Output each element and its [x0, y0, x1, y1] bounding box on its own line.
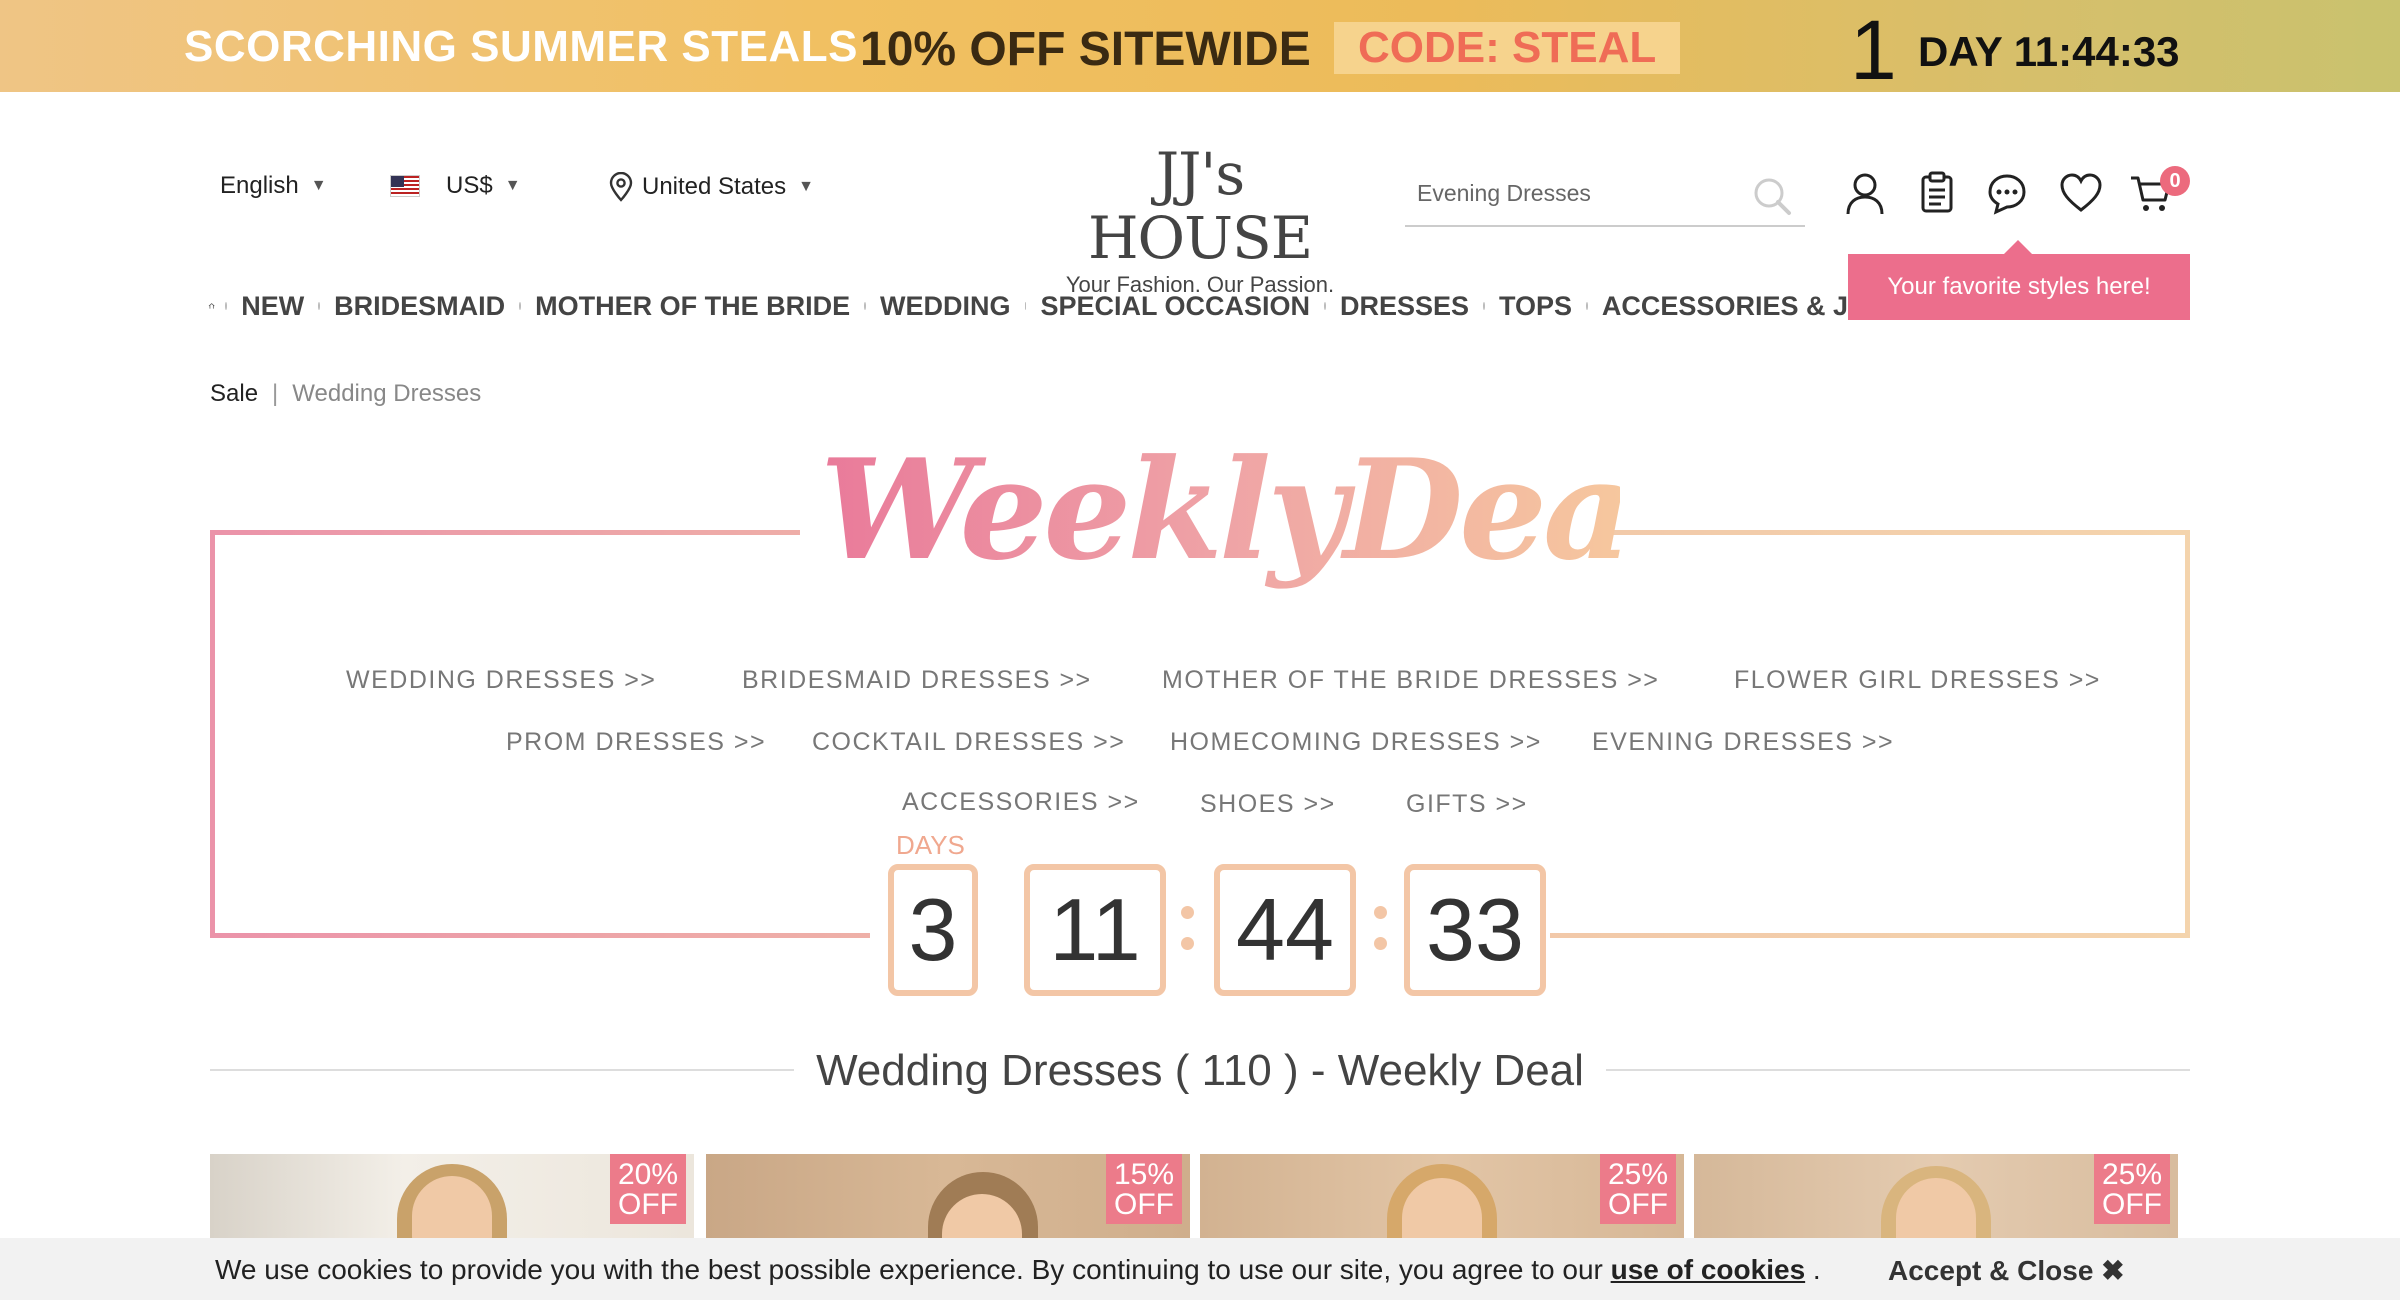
discount-badge: 20% OFF — [610, 1154, 686, 1224]
discount-badge: 25% OFF — [2094, 1154, 2170, 1224]
breadcrumb-separator: | — [272, 380, 279, 407]
nav-item-accessories[interactable]: ACCESSORIES & J — [1602, 291, 1848, 322]
deal-link-cocktail[interactable]: COCKTAIL DRESSES >> — [812, 728, 1125, 757]
accept-close-button[interactable]: Accept & Close ✖ — [1888, 1254, 2125, 1287]
nav-item-new[interactable]: NEW — [241, 291, 304, 322]
weekly-deal-title: WeeklyDeal — [820, 428, 1681, 591]
currency-label: US$ — [446, 172, 493, 199]
chevron-down-icon: ▼ — [798, 178, 814, 195]
deal-link-shoes[interactable]: SHOES >> — [1200, 790, 1336, 819]
nav-separator — [225, 302, 228, 310]
nav-item-bridesmaid[interactable]: BRIDESMAID — [334, 291, 505, 322]
country-selector[interactable]: United States ▼ — [608, 172, 814, 202]
nav-item-wedding[interactable]: WEDDING — [880, 291, 1011, 322]
deal-link-bridesmaid[interactable]: BRIDESMAID DRESSES >> — [742, 666, 1092, 695]
nav-item-mother-of-the-bride[interactable]: MOTHER OF THE BRIDE — [535, 291, 850, 322]
section-heading: Wedding Dresses ( 110 ) - Weekly Deal — [210, 1046, 2190, 1095]
language-selector[interactable]: English ▼ — [220, 172, 327, 200]
cookie-period: . — [1805, 1254, 1821, 1285]
nav-item-special-occasion[interactable]: SPECIAL OCCASION — [1040, 291, 1310, 322]
search-icon[interactable] — [1751, 175, 1793, 217]
countdown-seconds: 33 — [1404, 864, 1546, 996]
chat-icon[interactable] — [1984, 170, 2030, 216]
section-title: Wedding Dresses ( 110 ) - Weekly Deal — [794, 1046, 1606, 1095]
discount-percent: 25% — [2101, 1158, 2163, 1191]
deal-link-prom[interactable]: PROM DRESSES >> — [506, 728, 766, 757]
countdown-minutes: 44 — [1214, 864, 1356, 996]
countdown-days-label: DAYS — [896, 830, 965, 860]
discount-word: OFF — [1114, 1188, 1174, 1221]
chevron-down-icon: ▼ — [504, 177, 521, 194]
nav-separator — [1024, 302, 1027, 310]
orders-clipboard-icon[interactable] — [1914, 170, 1960, 216]
promo-code: CODE: STEAL — [1334, 22, 1681, 74]
main-nav: NEW BRIDESMAID MOTHER OF THE BRIDE WEDDI… — [208, 286, 1848, 326]
deal-link-homecoming[interactable]: HOMECOMING DRESSES >> — [1170, 728, 1542, 757]
nav-separator — [1585, 302, 1588, 310]
nav-separator — [1324, 302, 1326, 310]
currency-selector[interactable]: US$ ▼ — [390, 172, 521, 200]
discount-percent: 20% — [617, 1158, 679, 1191]
language-label: English — [220, 172, 299, 199]
nav-separator — [1483, 302, 1485, 310]
heart-wishlist-icon[interactable] — [2058, 170, 2104, 216]
promo-countdown-days: 1 — [1850, 3, 1897, 97]
discount-word: OFF — [618, 1188, 678, 1221]
cookie-text: We use cookies to provide you with the b… — [215, 1254, 1611, 1285]
favorites-tooltip: Your favorite styles here! — [1848, 240, 2190, 320]
discount-percent: 15% — [1113, 1158, 1175, 1191]
discount-badge: 25% OFF — [1600, 1154, 1676, 1224]
discount-word: OFF — [1608, 1188, 1668, 1221]
promo-banner[interactable]: SCORCHING SUMMER STEALS 10% OFF SITEWIDE… — [0, 0, 2400, 97]
promo-offer: 10% OFF SITEWIDE — [860, 23, 1311, 76]
cookie-message: We use cookies to provide you with the b… — [215, 1254, 1821, 1286]
home-icon[interactable] — [208, 291, 215, 321]
promo-headline: SCORCHING SUMMER STEALS — [184, 22, 858, 71]
nav-item-dresses[interactable]: DRESSES — [1340, 291, 1469, 322]
discount-percent: 25% — [1607, 1158, 1669, 1191]
account-icon[interactable] — [1842, 170, 1888, 216]
breadcrumb-current: Wedding Dresses — [292, 380, 482, 407]
deal-link-accessories[interactable]: ACCESSORIES >> — [902, 788, 1140, 817]
site-logo[interactable]: JJ's HOUSE Your Fashion. Our Passion. — [1055, 142, 1345, 298]
us-flag-icon — [390, 175, 420, 197]
discount-word: OFF — [2102, 1188, 2162, 1221]
countdown-hours: 11 — [1024, 864, 1166, 996]
breadcrumb: Sale | Wedding Dresses — [210, 380, 481, 408]
countdown-days: 3 — [888, 864, 978, 996]
breadcrumb-sale[interactable]: Sale — [210, 380, 258, 408]
nav-separator — [519, 302, 522, 310]
cookie-banner: We use cookies to provide you with the b… — [0, 1238, 2400, 1300]
discount-badge: 15% OFF — [1106, 1154, 1182, 1224]
deal-link-wedding[interactable]: WEDDING DRESSES >> — [346, 666, 656, 695]
chevron-down-icon: ▼ — [310, 177, 327, 194]
deal-link-flower-girl[interactable]: FLOWER GIRL DRESSES >> — [1734, 666, 2101, 695]
location-pin-icon — [609, 172, 633, 202]
search-input[interactable] — [1405, 165, 1725, 221]
search-bar — [1405, 165, 1805, 227]
deal-link-mother-of-the-bride[interactable]: MOTHER OF THE BRIDE DRESSES >> — [1162, 666, 1659, 695]
nav-item-tops[interactable]: TOPS — [1499, 291, 1572, 322]
logo-name: JJ's HOUSE — [1087, 140, 1313, 272]
country-label: United States — [642, 173, 787, 200]
promo-countdown-time: DAY 11:44:33 — [1918, 28, 2180, 75]
cookie-policy-link[interactable]: use of cookies — [1611, 1254, 1806, 1285]
nav-separator — [318, 302, 321, 310]
countdown-colon — [1374, 906, 1388, 968]
deal-link-evening[interactable]: EVENING DRESSES >> — [1592, 728, 1894, 757]
countdown-colon — [1181, 906, 1195, 968]
cart-count-badge: 0 — [2160, 166, 2190, 196]
deal-link-gifts[interactable]: GIFTS >> — [1406, 790, 1528, 819]
nav-separator — [864, 302, 867, 310]
